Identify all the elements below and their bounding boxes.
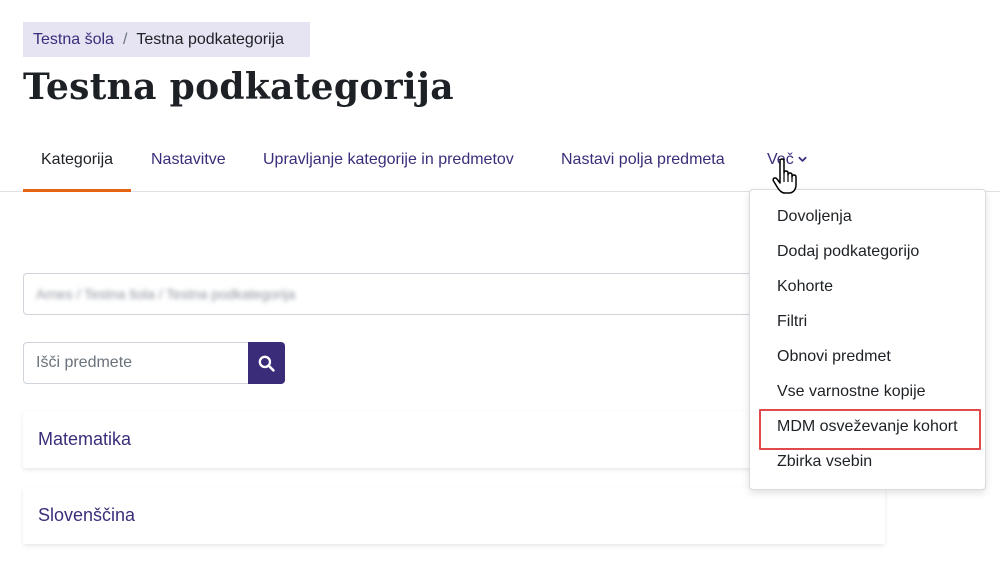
menu-item-dovoljenja[interactable]: Dovoljenja: [750, 199, 985, 234]
search-icon: [258, 355, 275, 372]
category-path-value: Arnes / Testna šola / Testna podkategori…: [36, 286, 296, 302]
breadcrumb-link-parent[interactable]: Testna šola: [33, 31, 114, 49]
search-input[interactable]: [23, 342, 248, 384]
tab-label: Upravljanje kategorije in predmetov: [263, 150, 514, 168]
tab-nastavi-polja[interactable]: Nastavi polja predmeta: [561, 128, 725, 191]
more-dropdown-menu: Dovoljenja Dodaj podkategorijo Kohorte F…: [749, 189, 986, 490]
search-button[interactable]: [248, 342, 285, 384]
tab-label: Kategorija: [41, 150, 114, 168]
menu-item-filtri[interactable]: Filtri: [750, 304, 985, 339]
menu-item-obnovi-predmet[interactable]: Obnovi predmet: [750, 339, 985, 374]
chevron-down-icon: [798, 156, 807, 162]
breadcrumb-separator: /: [122, 30, 128, 48]
tab-vec[interactable]: Več: [767, 128, 807, 191]
course-link[interactable]: Slovenščina: [38, 505, 135, 526]
tab-label: Nastavi polja predmeta: [561, 150, 725, 168]
menu-item-zbirka-vsebin[interactable]: Zbirka vsebin: [750, 444, 985, 479]
breadcrumb-current: Testna podkategorija: [136, 30, 285, 48]
page-title: Testna podkategorija: [23, 66, 454, 108]
menu-item-kohorte[interactable]: Kohorte: [750, 269, 985, 304]
tab-upravljanje[interactable]: Upravljanje kategorije in predmetov: [263, 128, 514, 191]
breadcrumb: Testna šola / Testna podkategorija: [23, 22, 310, 57]
tab-label: Nastavitve: [151, 150, 226, 168]
menu-item-mdm-osvezevanje-kohort[interactable]: MDM osveževanje kohort: [750, 409, 985, 450]
menu-item-dodaj-podkategorijo[interactable]: Dodaj podkategorijo: [750, 234, 985, 269]
course-link[interactable]: Matematika: [38, 429, 131, 450]
category-path-select[interactable]: Arnes / Testna šola / Testna podkategori…: [23, 273, 783, 315]
tab-label: Več: [767, 150, 794, 168]
course-search: [23, 342, 285, 384]
menu-item-vse-varnostne-kopije[interactable]: Vse varnostne kopije: [750, 374, 985, 409]
secondary-navigation: Kategorija Nastavitve Upravljanje katego…: [0, 128, 1000, 192]
tab-nastavitve[interactable]: Nastavitve: [151, 128, 226, 191]
tab-kategorija[interactable]: Kategorija: [23, 128, 132, 192]
course-card: Slovenščina: [23, 487, 885, 544]
